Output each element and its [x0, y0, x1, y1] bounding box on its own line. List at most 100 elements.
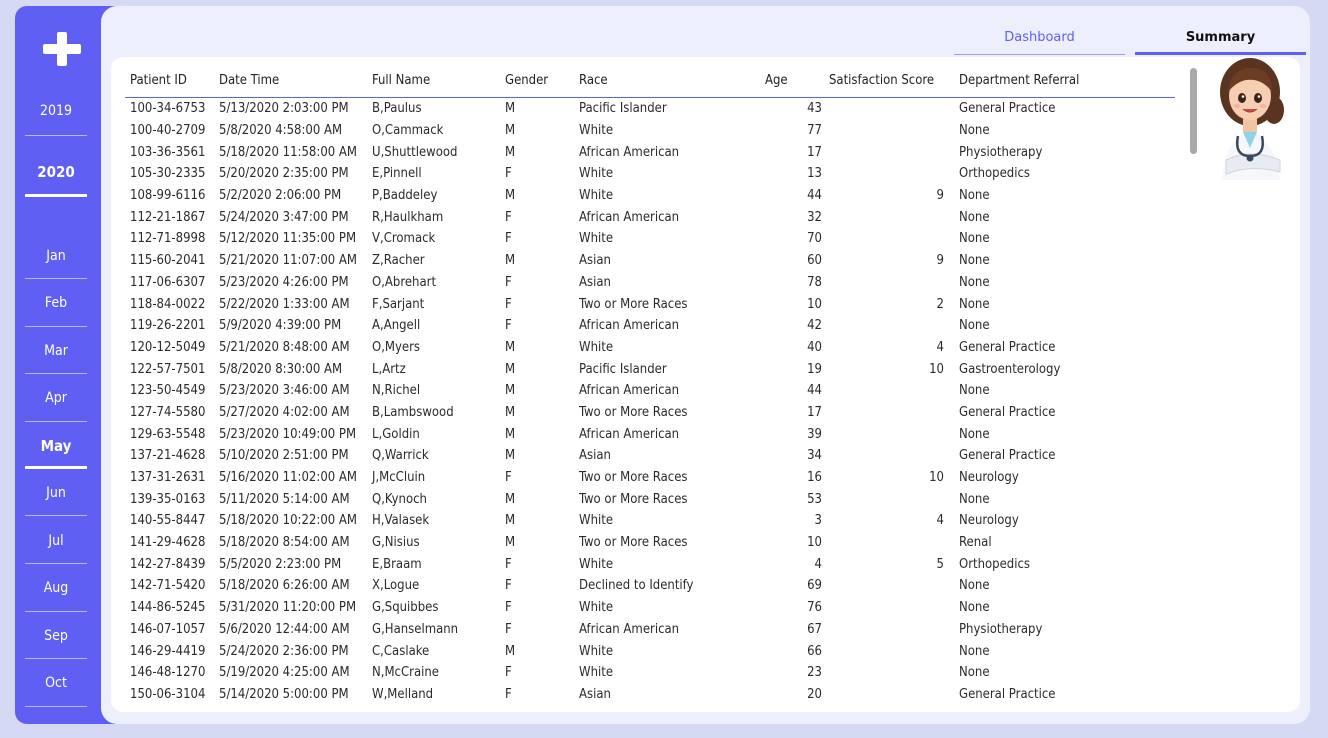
- cell-race: African American: [579, 383, 680, 399]
- table-row[interactable]: 127-74-5580 5/27/2020 4:02:00 AM B,Lambswo…: [125, 402, 1175, 424]
- year-2019-button[interactable]: 2019: [25, 103, 87, 119]
- month-may-button[interactable]: May: [25, 437, 87, 455]
- cell-full-name: Z,Racher: [372, 253, 425, 269]
- cell-age: 78: [807, 274, 822, 290]
- table-row[interactable]: 112-71-8998 5/12/2020 11:35:00 PM V,Cromac…: [125, 228, 1175, 250]
- table-row[interactable]: 139-35-0163 5/11/2020 5:14:00 AM Q,Kynoch M…: [125, 488, 1175, 510]
- table-row[interactable]: 141-29-4628 5/18/2020 8:54:00 AM G,Nisius M…: [125, 532, 1175, 554]
- cell-satisfaction-score: 4: [936, 339, 944, 355]
- cell-race: Two or More Races: [579, 491, 688, 507]
- month-jan-button[interactable]: Jan: [25, 248, 87, 264]
- cell-race: African American: [579, 621, 680, 637]
- col-header-gender[interactable]: Gender: [500, 64, 574, 98]
- table-row[interactable]: 142-27-8439 5/5/2020 2:23:00 PM E,Braam F Wh…: [125, 553, 1175, 575]
- table-row[interactable]: 119-26-2201 5/9/2020 4:39:00 PM A,Angell F A…: [125, 315, 1175, 337]
- table-row[interactable]: 146-48-1270 5/19/2020 4:25:00 AM N,McCrain…: [125, 662, 1175, 684]
- cell-patient-id: 118-84-0022: [130, 296, 206, 312]
- cell-date-time: 5/23/2020 4:26:00 PM: [219, 274, 349, 290]
- cell-race: African American: [579, 426, 680, 442]
- cell-patient-id: 123-50-4549: [130, 383, 206, 399]
- cell-race: White: [579, 188, 614, 204]
- cell-date-time: 5/18/2020 11:58:00 AM: [219, 144, 357, 160]
- table-row[interactable]: 137-21-4628 5/10/2020 2:51:00 PM Q,Warrick…: [125, 445, 1175, 467]
- month-apr-button[interactable]: Apr: [25, 390, 87, 406]
- month-mar-button[interactable]: Mar: [25, 343, 87, 359]
- cell-gender: F: [505, 231, 512, 247]
- cell-patient-id: 140-55-8447: [130, 513, 206, 529]
- cell-date-time: 5/16/2020 11:02:00 AM: [219, 470, 357, 486]
- table-row[interactable]: 142-71-5420 5/18/2020 6:26:00 AM X,Logue F D…: [125, 575, 1175, 597]
- cell-date-time: 5/18/2020 10:22:00 AM: [219, 513, 357, 529]
- table-row[interactable]: 100-34-6753 5/13/2020 2:03:00 PM B,Paulus M…: [125, 98, 1175, 120]
- table-row[interactable]: 120-12-5049 5/21/2020 8:48:00 AM O,Myers M W…: [125, 337, 1175, 359]
- cell-date-time: 5/2/2020 2:06:00 PM: [219, 188, 342, 204]
- month-oct-button[interactable]: Oct: [25, 675, 87, 691]
- table-row[interactable]: 105-30-2335 5/20/2020 2:35:00 PM E,Pinnell…: [125, 163, 1175, 185]
- table-row[interactable]: 150-06-3104 5/14/2020 5:00:00 PM W,Melland…: [125, 684, 1175, 706]
- cell-date-time: 5/18/2020 8:54:00 AM: [219, 535, 350, 551]
- cell-race: Pacific Islander: [579, 361, 667, 377]
- cell-satisfaction-score: 2: [936, 296, 944, 312]
- cell-gender: F: [505, 686, 512, 702]
- cell-race: White: [579, 123, 614, 139]
- cell-satisfaction-score: [824, 445, 954, 467]
- tab-dashboard[interactable]: Dashboard: [954, 24, 1125, 55]
- month-feb-button[interactable]: Feb: [25, 295, 87, 311]
- table-row[interactable]: 112-21-1867 5/24/2020 3:47:00 PM R,Haulkha…: [125, 206, 1175, 228]
- cell-patient-id: 120-12-5049: [130, 339, 206, 355]
- cell-department-referral: None: [959, 491, 990, 507]
- col-header-date-time[interactable]: Date Time: [214, 64, 367, 98]
- table-row[interactable]: 100-40-2709 5/8/2020 4:58:00 AM O,Cammack M…: [125, 120, 1175, 142]
- table-row[interactable]: 140-55-8447 5/18/2020 10:22:00 AM H,Valase…: [125, 510, 1175, 532]
- cell-race: White: [579, 600, 614, 616]
- table-row[interactable]: 108-99-6116 5/2/2020 2:06:00 PM P,Baddeley…: [125, 185, 1175, 207]
- cell-date-time: 5/22/2020 1:33:00 AM: [219, 296, 350, 312]
- cell-date-time: 5/24/2020 3:47:00 PM: [219, 209, 349, 225]
- cell-date-time: 5/24/2020 2:36:00 PM: [219, 643, 349, 659]
- table-row[interactable]: 123-50-4549 5/23/2020 3:46:00 AM N,Richel M…: [125, 380, 1175, 402]
- cell-age: 4: [814, 556, 822, 572]
- cell-patient-id: 119-26-2201: [130, 318, 206, 334]
- col-header-full-name[interactable]: Full Name: [367, 64, 500, 98]
- table-row[interactable]: 129-63-5548 5/23/2020 10:49:00 PM L,Goldin…: [125, 423, 1175, 445]
- cell-gender: F: [505, 209, 512, 225]
- year-2020-button[interactable]: 2020: [25, 163, 87, 181]
- col-header-satisfaction-score[interactable]: Satisfaction Score: [824, 64, 954, 98]
- col-header-age[interactable]: Age: [750, 64, 824, 98]
- table-row[interactable]: 137-31-2631 5/16/2020 11:02:00 AM J,McClui…: [125, 467, 1175, 489]
- cell-department-referral: Physiotherapy: [959, 144, 1043, 160]
- month-jun-button[interactable]: Jun: [25, 485, 87, 501]
- cell-patient-id: 146-07-1057: [130, 621, 206, 637]
- table-row[interactable]: 146-07-1057 5/6/2020 12:44:00 AM G,Hanselm…: [125, 619, 1175, 641]
- cell-department-referral: General Practice: [959, 339, 1056, 355]
- month-sep-button[interactable]: Sep: [25, 628, 87, 644]
- cell-full-name: B,Paulus: [372, 101, 422, 117]
- table-row[interactable]: 144-86-5245 5/31/2020 11:20:00 PM G,Squibb…: [125, 597, 1175, 619]
- cell-department-referral: None: [959, 123, 990, 139]
- tab-summary[interactable]: Summary: [1135, 24, 1306, 55]
- cell-age: 32: [807, 209, 822, 225]
- cell-age: 53: [807, 491, 822, 507]
- cell-patient-id: 129-63-5548: [130, 426, 206, 442]
- cell-race: White: [579, 643, 614, 659]
- cell-date-time: 5/8/2020 4:58:00 AM: [219, 123, 343, 139]
- table-row[interactable]: 115-60-2041 5/21/2020 11:07:00 AM Z,Racher…: [125, 250, 1175, 272]
- col-header-race[interactable]: Race: [574, 64, 750, 98]
- month-jul-button[interactable]: Jul: [25, 533, 87, 549]
- cell-satisfaction-score: [824, 206, 954, 228]
- col-header-department-referral[interactable]: Department Referral: [954, 64, 1175, 98]
- cell-gender: F: [505, 600, 512, 616]
- cell-department-referral: Neurology: [959, 470, 1019, 486]
- cell-gender: F: [505, 470, 512, 486]
- table-scrollbar[interactable]: [1190, 68, 1197, 154]
- table-row[interactable]: 103-36-3561 5/18/2020 11:58:00 AM U,Shuttl…: [125, 141, 1175, 163]
- table-row[interactable]: 146-29-4419 5/24/2020 2:36:00 PM C,Caslake…: [125, 640, 1175, 662]
- table-row[interactable]: 118-84-0022 5/22/2020 1:33:00 AM F,Sarjant…: [125, 293, 1175, 315]
- table-row[interactable]: 117-06-6307 5/23/2020 4:26:00 PM O,Abrehar…: [125, 272, 1175, 294]
- month-aug-button[interactable]: Aug: [25, 580, 87, 596]
- col-header-patient-id[interactable]: Patient ID: [125, 64, 214, 98]
- cell-department-referral: None: [959, 600, 990, 616]
- cell-date-time: 5/21/2020 11:07:00 AM: [219, 253, 357, 269]
- table-row[interactable]: 122-57-7501 5/8/2020 8:30:00 AM L,Artz M Pac…: [125, 358, 1175, 380]
- cell-full-name: Q,Kynoch: [372, 491, 427, 507]
